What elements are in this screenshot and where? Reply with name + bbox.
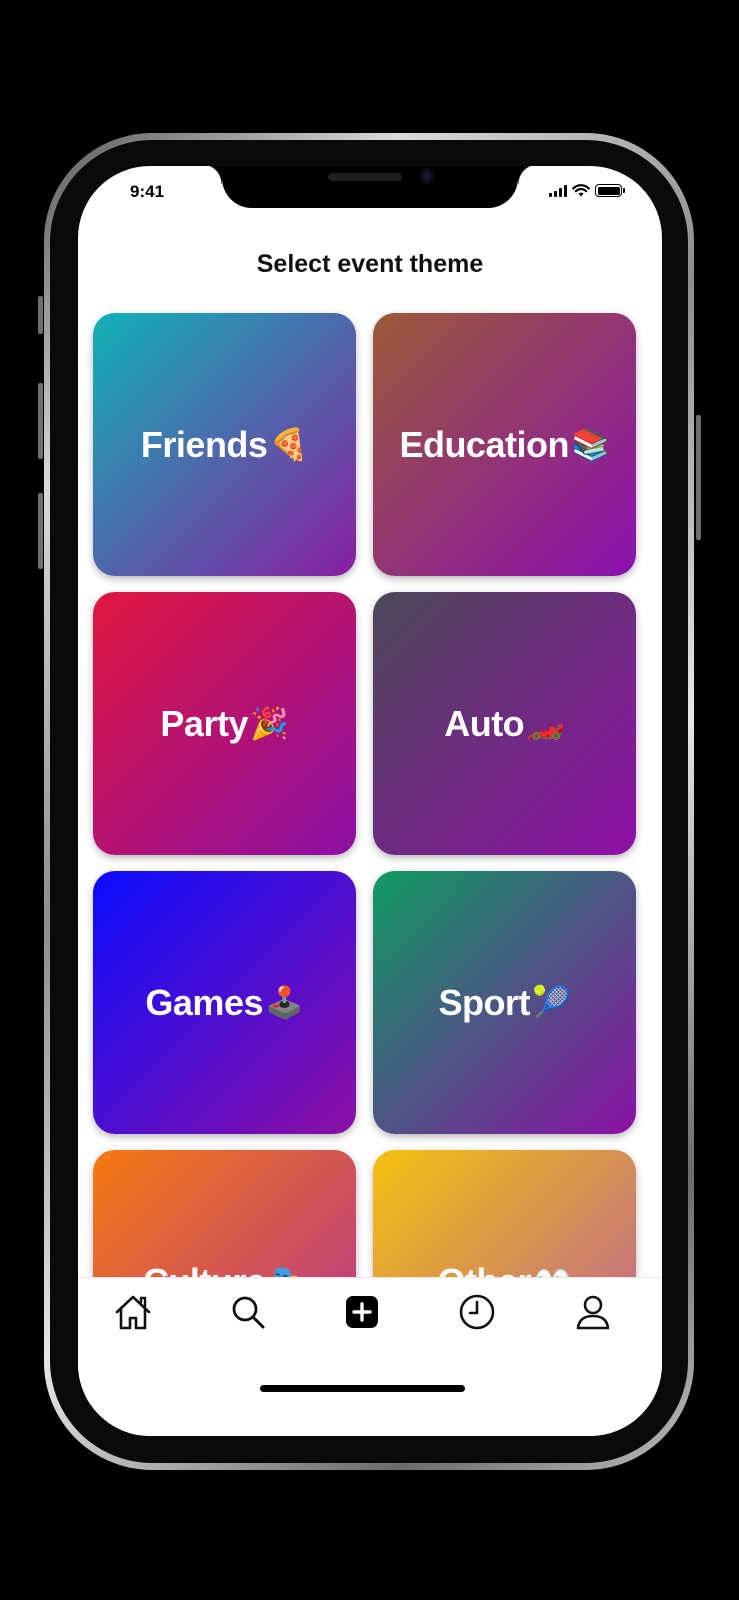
theme-tile-games[interactable]: Games 🕹️ bbox=[93, 871, 356, 1134]
power-button bbox=[696, 415, 701, 540]
front-camera bbox=[420, 169, 434, 183]
theme-grid: Friends 🍕 Education 📚 Party 🎉 Auto 🏎️ Games 🕹… bbox=[93, 313, 638, 1413]
tab-create[interactable] bbox=[340, 1290, 384, 1334]
wifi-icon bbox=[572, 184, 590, 197]
theme-label: Party bbox=[160, 702, 248, 744]
home-icon bbox=[115, 1295, 151, 1330]
books-icon: 📚 bbox=[570, 427, 610, 462]
mute-switch bbox=[38, 296, 43, 334]
battery-icon bbox=[595, 184, 625, 197]
profile-icon bbox=[576, 1295, 610, 1330]
theme-label: Friends bbox=[140, 423, 268, 465]
page-title: Select event theme bbox=[256, 250, 484, 278]
home-indicator[interactable] bbox=[260, 1385, 465, 1392]
add-icon bbox=[346, 1296, 378, 1328]
tab-home[interactable] bbox=[111, 1290, 155, 1334]
volume-down-button bbox=[38, 493, 43, 569]
theme-label: Games bbox=[145, 981, 263, 1023]
race-car-icon: 🏎️ bbox=[526, 706, 565, 741]
tab-search[interactable] bbox=[226, 1290, 270, 1334]
tennis-ball-icon: 🎾 bbox=[531, 985, 571, 1020]
tab-profile[interactable] bbox=[571, 1290, 615, 1334]
status-icons bbox=[549, 184, 625, 197]
screen: 9:41 Select event theme Friends 🍕 Educati… bbox=[78, 166, 662, 1436]
notch bbox=[202, 166, 538, 208]
party-popper-icon: 🎉 bbox=[249, 706, 289, 741]
theme-label: Education bbox=[399, 423, 569, 465]
theme-tile-friends[interactable]: Friends 🍕 bbox=[93, 313, 356, 576]
tab-history[interactable] bbox=[455, 1290, 499, 1334]
history-icon bbox=[459, 1294, 495, 1330]
volume-up-button bbox=[38, 383, 43, 459]
pizza-icon: 🍕 bbox=[269, 427, 309, 462]
speaker bbox=[328, 173, 402, 181]
theme-tile-auto[interactable]: Auto 🏎️ bbox=[373, 592, 636, 855]
theme-tile-sport[interactable]: Sport 🎾 bbox=[373, 871, 636, 1134]
theme-tile-party[interactable]: Party 🎉 bbox=[93, 592, 356, 855]
cellular-signal-icon bbox=[549, 185, 567, 197]
theme-label: Sport bbox=[438, 981, 530, 1023]
tab-bar bbox=[78, 1277, 662, 1436]
joystick-icon: 🕹️ bbox=[264, 985, 304, 1020]
theme-tile-education[interactable]: Education 📚 bbox=[373, 313, 636, 576]
status-time: 9:41 bbox=[130, 182, 165, 201]
theme-label: Auto bbox=[444, 702, 525, 744]
search-icon bbox=[232, 1296, 265, 1329]
